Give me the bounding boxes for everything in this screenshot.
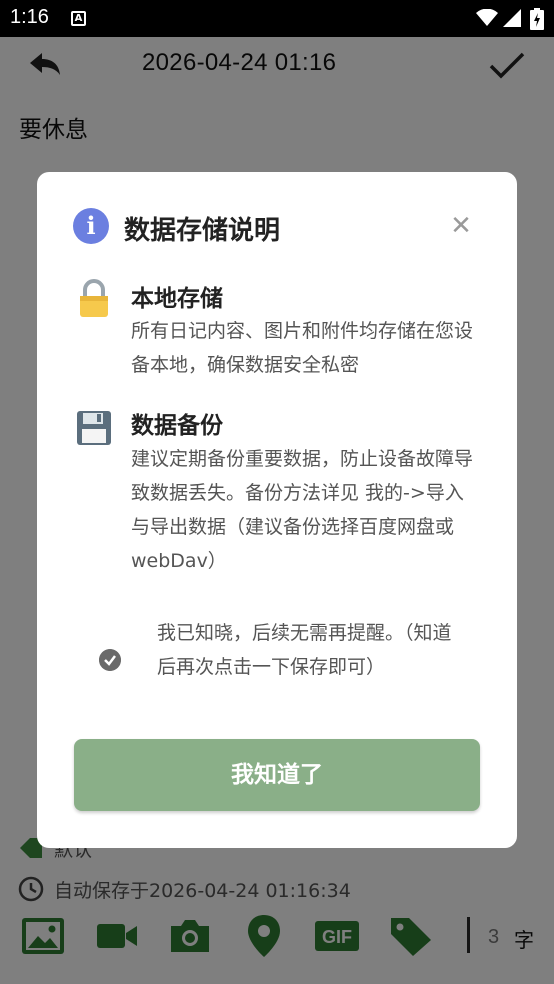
status-time: 1:16 <box>10 6 49 28</box>
lock-icon <box>80 279 108 317</box>
data-storage-dialog: i 数据存储说明 ✕ 本地存储 所有日记内容、图片和附件均存储在您设备本地，确保… <box>37 172 517 848</box>
acknowledge-check-icon[interactable] <box>99 649 121 671</box>
acknowledge-text[interactable]: 我已知晓，后续无需再提醒。（知道后再次点击一下保存即可） <box>157 616 457 684</box>
status-bar: 1:16 A <box>0 0 554 37</box>
info-icon: i <box>73 208 109 244</box>
floppy-disk-icon <box>77 411 111 445</box>
section-title-backup: 数据备份 <box>131 413 223 439</box>
notification-a-icon: A <box>71 11 86 26</box>
dialog-title: 数据存储说明 <box>124 216 281 246</box>
ok-button[interactable]: 我知道了 <box>74 739 480 811</box>
section-title-local-storage: 本地存储 <box>131 286 223 312</box>
battery-icon <box>530 8 544 30</box>
signal-icon <box>503 9 521 27</box>
close-icon[interactable]: ✕ <box>447 212 475 240</box>
wifi-icon <box>476 9 498 26</box>
section-body-local-storage: 所有日记内容、图片和附件均存储在您设备本地，确保数据安全私密 <box>131 320 474 376</box>
section-body-backup: 建议定期备份重要数据，防止设备故障导致数据丢失。备份方法详见 我的->导入与导出… <box>131 448 474 572</box>
